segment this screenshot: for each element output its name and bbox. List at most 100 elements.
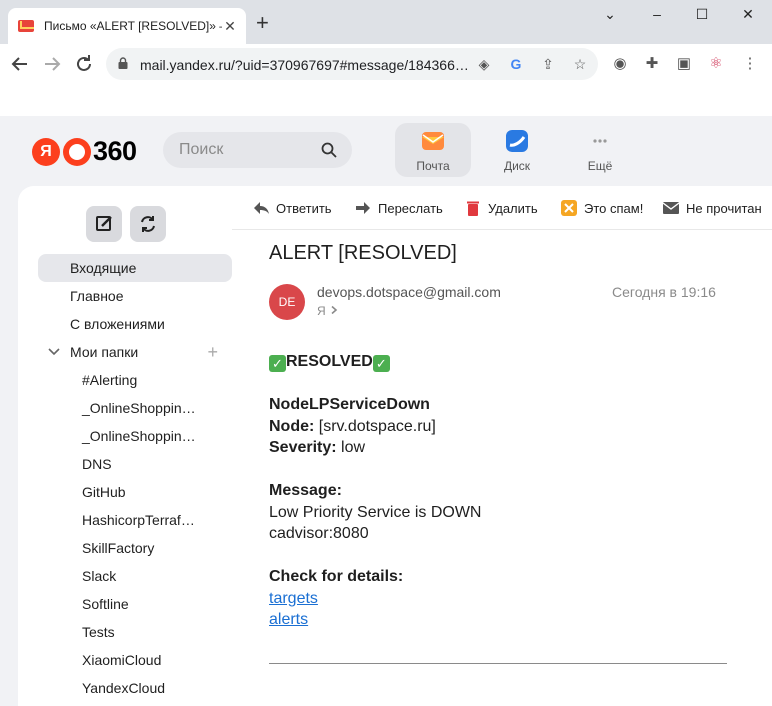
folder-item[interactable]: _OnlineShoppin… <box>38 394 232 422</box>
folder-item[interactable]: Tests <box>38 618 232 646</box>
add-folder-icon[interactable]: + <box>207 338 218 366</box>
refresh-button[interactable] <box>130 206 166 242</box>
back-arrow-icon <box>11 57 27 71</box>
sidebar: Входящие Главное С вложениями Мои папки … <box>18 186 232 706</box>
folder-label: Мои папки <box>70 344 139 360</box>
folder-item[interactable]: GitHub <box>38 478 232 506</box>
node-value: [srv.dotspace.ru] <box>318 417 436 435</box>
tab-search-icon[interactable]: ⌄ <box>600 6 620 23</box>
folder-main[interactable]: Главное <box>38 282 232 310</box>
sender-email[interactable]: devops.dotspace@gmail.com <box>317 284 501 300</box>
mark-unread-button[interactable]: Не прочитан <box>662 200 762 216</box>
folder-label: XiaomiCloud <box>82 652 162 668</box>
yandex-mail-page: Я 360 Поиск Почта Диск Ещё Входящие Глав… <box>0 116 772 706</box>
folder-label: С вложениями <box>70 316 165 332</box>
forward-arrow-icon <box>45 57 61 71</box>
tab-close-icon[interactable]: ✕ <box>222 18 238 35</box>
service-mail[interactable]: Почта <box>395 123 471 177</box>
bookmark-star-icon[interactable]: ☆ <box>571 55 589 73</box>
browser-tab-strip: Письмо «ALERT [RESOLVED]» — ✕ + ⌄ – ☐ ✕ <box>0 0 772 44</box>
folder-label: DNS <box>82 456 112 472</box>
minimize-button[interactable]: – <box>647 6 667 22</box>
share-icon[interactable]: ⇪ <box>539 55 557 73</box>
avatar[interactable]: DE <box>269 284 305 320</box>
alerts-link[interactable]: alerts <box>269 611 308 628</box>
folder-item[interactable]: YandexCloud <box>38 674 232 702</box>
folder-item[interactable]: HashicorpTerraf… <box>38 506 232 534</box>
trash-icon <box>467 201 479 216</box>
search-icon[interactable] <box>321 142 337 158</box>
envelope-icon <box>662 202 680 214</box>
recipient-label: Я <box>317 304 326 318</box>
maximize-button[interactable]: ☐ <box>692 6 712 23</box>
service-more[interactable]: Ещё <box>562 123 638 177</box>
service-more-label: Ещё <box>587 159 613 173</box>
service-disk[interactable]: Диск <box>479 123 555 177</box>
reload-icon <box>77 55 91 71</box>
chevron-right-icon <box>329 304 339 318</box>
folder-item[interactable]: #Alerting <box>38 366 232 394</box>
divider <box>269 663 727 664</box>
mail-icon <box>422 132 444 150</box>
folder-label: Главное <box>70 288 124 304</box>
logo-360: 360 <box>93 136 137 166</box>
folder-item[interactable]: SkillFactory <box>38 534 232 562</box>
folder-inbox[interactable]: Входящие <box>38 254 232 282</box>
reload-button[interactable] <box>72 52 96 76</box>
side-panel-icon[interactable]: ▣ <box>674 54 694 74</box>
spam-icon <box>561 200 577 216</box>
react-devtools-icon[interactable]: ⚛ <box>706 54 726 74</box>
install-app-icon[interactable]: ◈ <box>475 55 493 73</box>
delete-button[interactable]: Удалить <box>464 200 538 216</box>
search-placeholder: Поиск <box>179 141 224 158</box>
lock-icon <box>118 57 128 69</box>
folder-item[interactable]: XiaomiCloud <box>38 646 232 674</box>
reply-button[interactable]: Ответить <box>252 200 332 216</box>
browser-menu-icon[interactable]: ⋮ <box>740 54 760 74</box>
message-line: Low Priority Service is DOWN <box>269 503 482 521</box>
forward-icon <box>356 202 370 214</box>
chevron-down-icon[interactable] <box>48 338 60 366</box>
folder-item[interactable]: _OnlineShoppin… <box>38 422 232 450</box>
severity-value: low <box>341 439 366 456</box>
back-button[interactable] <box>8 52 32 76</box>
folder-label: Slack <box>82 568 117 584</box>
yandex-360-logo[interactable]: Я 360 <box>32 136 137 167</box>
folder-my-folders[interactable]: Мои папки + <box>38 338 232 366</box>
google-translate-icon[interactable]: G <box>507 55 525 73</box>
logo-ya: Я <box>32 137 60 166</box>
camera-icon[interactable]: ◉ <box>610 54 630 74</box>
search-input[interactable]: Поиск <box>163 132 352 168</box>
forward-button[interactable] <box>40 52 64 76</box>
folder-label: Softline <box>82 596 129 612</box>
forward-message-button[interactable]: Переслать <box>354 200 443 216</box>
folder-attachments[interactable]: С вложениями <box>38 310 232 338</box>
yandex-mail-favicon-icon <box>18 20 34 32</box>
folder-item[interactable]: Softline <box>38 590 232 618</box>
folder-item[interactable]: DNS <box>38 450 232 478</box>
recipient[interactable]: Я <box>317 304 339 318</box>
spam-button[interactable]: Это спам! <box>560 200 643 216</box>
message-subject: ALERT [RESOLVED] <box>269 242 457 264</box>
service-disk-label: Диск <box>503 159 531 173</box>
browser-tab[interactable]: Письмо «ALERT [RESOLVED]» — ✕ <box>8 8 246 44</box>
alert-name: NodeLPServiceDown <box>269 396 430 413</box>
folder-list: Входящие Главное С вложениями Мои папки … <box>38 254 232 702</box>
spam-label: Это спам! <box>584 200 644 216</box>
address-bar[interactable]: mail.yandex.ru/?uid=370967697#message/18… <box>106 48 598 80</box>
new-tab-button[interactable]: + <box>256 12 269 34</box>
folder-label: _OnlineShoppin… <box>82 428 196 444</box>
severity-label: Severity: <box>269 439 337 456</box>
disk-icon <box>506 130 528 152</box>
folder-label: GitHub <box>82 484 126 500</box>
extensions-icon[interactable]: ✚ <box>642 54 662 74</box>
tab-title: Письмо «ALERT [RESOLVED]» — <box>44 19 222 33</box>
compose-button[interactable] <box>86 206 122 242</box>
message-view: Ответить Переслать Удалить Это спам! Не … <box>232 186 772 706</box>
close-window-button[interactable]: ✕ <box>738 6 758 23</box>
browser-toolbar: mail.yandex.ru/?uid=370967697#message/18… <box>0 44 772 84</box>
folder-item[interactable]: Slack <box>38 562 232 590</box>
targets-link[interactable]: targets <box>269 590 318 607</box>
reply-icon <box>254 202 269 214</box>
message-label: Message: <box>269 482 342 499</box>
